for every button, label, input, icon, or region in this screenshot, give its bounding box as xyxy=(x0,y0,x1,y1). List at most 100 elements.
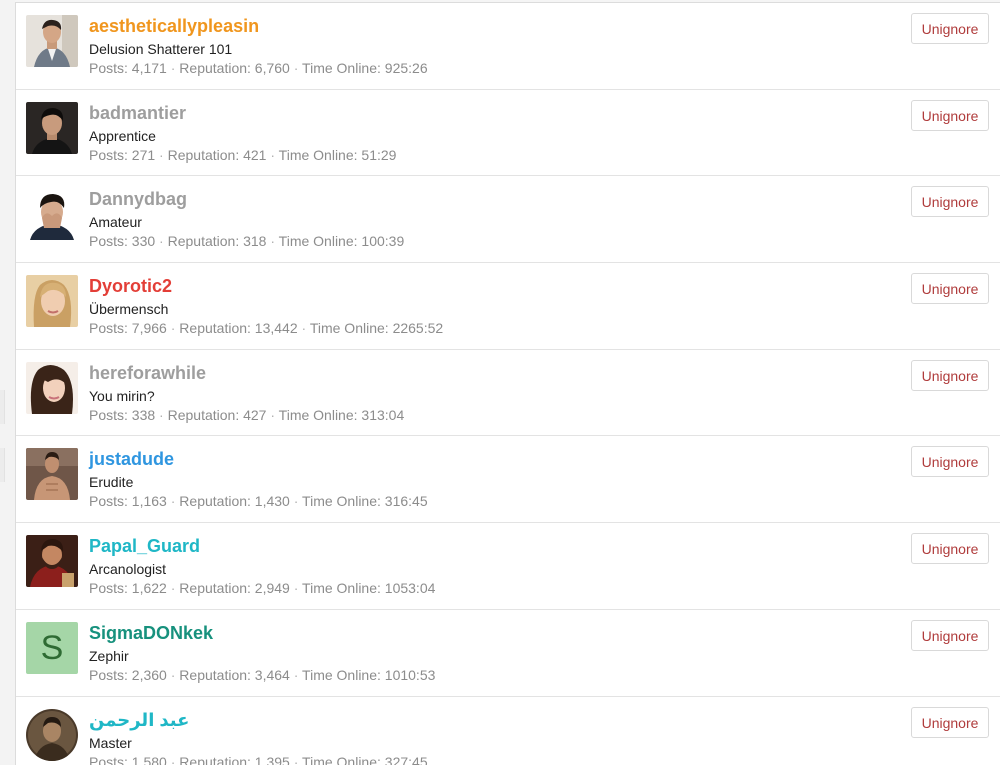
unignore-button[interactable]: Unignore xyxy=(911,533,989,565)
separator: · xyxy=(293,580,299,597)
avatar[interactable] xyxy=(26,15,78,67)
ignored-users-list: aestheticallypleasin Delusion Shatterer … xyxy=(15,2,1000,765)
user-title: Master xyxy=(89,734,132,751)
photo-round-man-icon xyxy=(26,708,78,761)
time-online-label: Time Online: xyxy=(302,60,381,76)
left-panel-tab[interactable] xyxy=(0,390,5,424)
posts-label: Posts: xyxy=(89,60,128,76)
letter-s-icon: S xyxy=(26,621,78,674)
time-online-value: 925:26 xyxy=(384,60,428,76)
separator: · xyxy=(293,493,299,510)
left-edge-panel xyxy=(0,0,15,765)
separator: · xyxy=(159,146,164,163)
user-title: You mirin? xyxy=(89,387,155,404)
posts-count: 7,966 xyxy=(131,320,167,337)
user-title: Apprentice xyxy=(89,127,156,144)
avatar[interactable] xyxy=(26,708,78,761)
time-online-label: Time Online: xyxy=(302,666,381,683)
avatar[interactable] xyxy=(26,535,78,588)
reputation-count: 13,442 xyxy=(254,320,298,337)
separator: · xyxy=(159,406,164,423)
user-stats: Posts: 7,966 · Reputation: 13,442 · Time… xyxy=(89,319,443,337)
photo-man-hands-icon xyxy=(26,188,78,241)
posts-count: 338 xyxy=(131,406,156,423)
posts-label: Posts: xyxy=(89,666,128,683)
avatar[interactable] xyxy=(26,361,78,414)
list-item: Dyorotic2 Übermensch Posts: 7,966 · Repu… xyxy=(16,263,1000,350)
separator: · xyxy=(270,406,276,423)
reputation-label: Reputation: xyxy=(179,493,251,510)
time-online-value: 313:04 xyxy=(361,406,405,423)
user-stats: Posts: 338 · Reputation: 427 · Time Onli… xyxy=(89,406,404,424)
reputation-label: Reputation: xyxy=(179,753,251,765)
separator: · xyxy=(270,146,276,163)
reputation-label: Reputation: xyxy=(167,233,240,250)
username[interactable]: Papal_Guard xyxy=(89,535,200,557)
username[interactable]: SigmaDONkek xyxy=(89,622,213,644)
reputation-count: 6,760 xyxy=(254,60,290,76)
unignore-button[interactable]: Unignore xyxy=(911,13,989,44)
unignore-button[interactable]: Unignore xyxy=(911,186,989,218)
avatar[interactable] xyxy=(26,448,78,501)
posts-count: 1,622 xyxy=(131,580,167,597)
username[interactable]: hereforawhile xyxy=(89,362,206,384)
list-item: hereforawhile You mirin? Posts: 338 · Re… xyxy=(16,350,1000,437)
user-stats: Posts: 1,163 · Reputation: 1,430 · Time … xyxy=(89,492,428,510)
reputation-count: 427 xyxy=(243,406,267,423)
posts-label: Posts: xyxy=(89,406,128,423)
separator: · xyxy=(270,233,276,250)
avatar[interactable] xyxy=(26,188,78,241)
separator: · xyxy=(170,320,176,337)
list-item: aestheticallypleasin Delusion Shatterer … xyxy=(16,3,1000,90)
unignore-button[interactable]: Unignore xyxy=(911,99,989,131)
posts-count: 330 xyxy=(131,233,156,250)
posts-count: 271 xyxy=(131,146,156,163)
left-panel-tab[interactable] xyxy=(0,448,5,482)
separator: · xyxy=(170,666,176,683)
reputation-count: 421 xyxy=(243,146,267,163)
username[interactable]: Dannydbag xyxy=(89,188,187,210)
posts-label: Posts: xyxy=(89,753,128,765)
photo-woman-blonde-icon xyxy=(26,275,78,328)
separator: · xyxy=(170,753,176,765)
username[interactable]: Dyorotic2 xyxy=(89,275,172,297)
reputation-label: Reputation: xyxy=(179,666,251,683)
user-stats: Posts: 1,622 · Reputation: 2,949 · Time … xyxy=(89,579,435,597)
separator: · xyxy=(170,580,176,597)
time-online-label: Time Online: xyxy=(278,233,358,250)
avatar[interactable] xyxy=(26,275,78,328)
reputation-label: Reputation: xyxy=(179,60,251,76)
username[interactable]: عبد الرحمن xyxy=(89,709,189,731)
posts-label: Posts: xyxy=(89,493,128,510)
username[interactable]: justadude xyxy=(89,448,174,470)
reputation-label: Reputation: xyxy=(167,406,240,423)
time-online-value: 100:39 xyxy=(361,233,405,250)
photo-man-dark-icon xyxy=(26,101,78,154)
user-stats: Posts: 1,580 · Reputation: 1,395 · Time … xyxy=(89,753,428,765)
reputation-label: Reputation: xyxy=(179,580,251,597)
username[interactable]: aestheticallypleasin xyxy=(89,15,259,37)
time-online-label: Time Online: xyxy=(309,320,389,337)
time-online-value: 316:45 xyxy=(384,493,428,510)
unignore-button[interactable]: Unignore xyxy=(911,359,989,391)
avatar[interactable]: S xyxy=(26,621,78,674)
unignore-button[interactable]: Unignore xyxy=(911,446,989,478)
photo-man-suit-icon xyxy=(26,15,78,67)
time-online-value: 51:29 xyxy=(361,146,397,163)
posts-label: Posts: xyxy=(89,233,128,250)
reputation-count: 1,395 xyxy=(254,753,290,765)
posts-count: 1,163 xyxy=(131,493,167,510)
unignore-button[interactable]: Unignore xyxy=(911,619,989,651)
posts-count: 4,171 xyxy=(131,60,167,76)
time-online-label: Time Online: xyxy=(302,493,381,510)
avatar[interactable] xyxy=(26,101,78,154)
list-item: عبد الرحمن Master Posts: 1,580 · Reputat… xyxy=(16,697,1000,765)
unignore-button[interactable]: Unignore xyxy=(911,273,989,305)
unignore-button[interactable]: Unignore xyxy=(911,706,989,738)
list-item: Dannydbag Amateur Posts: 330 · Reputatio… xyxy=(16,176,1000,264)
user-title: Delusion Shatterer 101 xyxy=(89,41,233,57)
username[interactable]: badmantier xyxy=(89,102,186,124)
time-online-label: Time Online: xyxy=(278,146,358,163)
time-online-value: 1010:53 xyxy=(384,666,436,683)
photo-man-shirtless-icon xyxy=(26,448,78,501)
